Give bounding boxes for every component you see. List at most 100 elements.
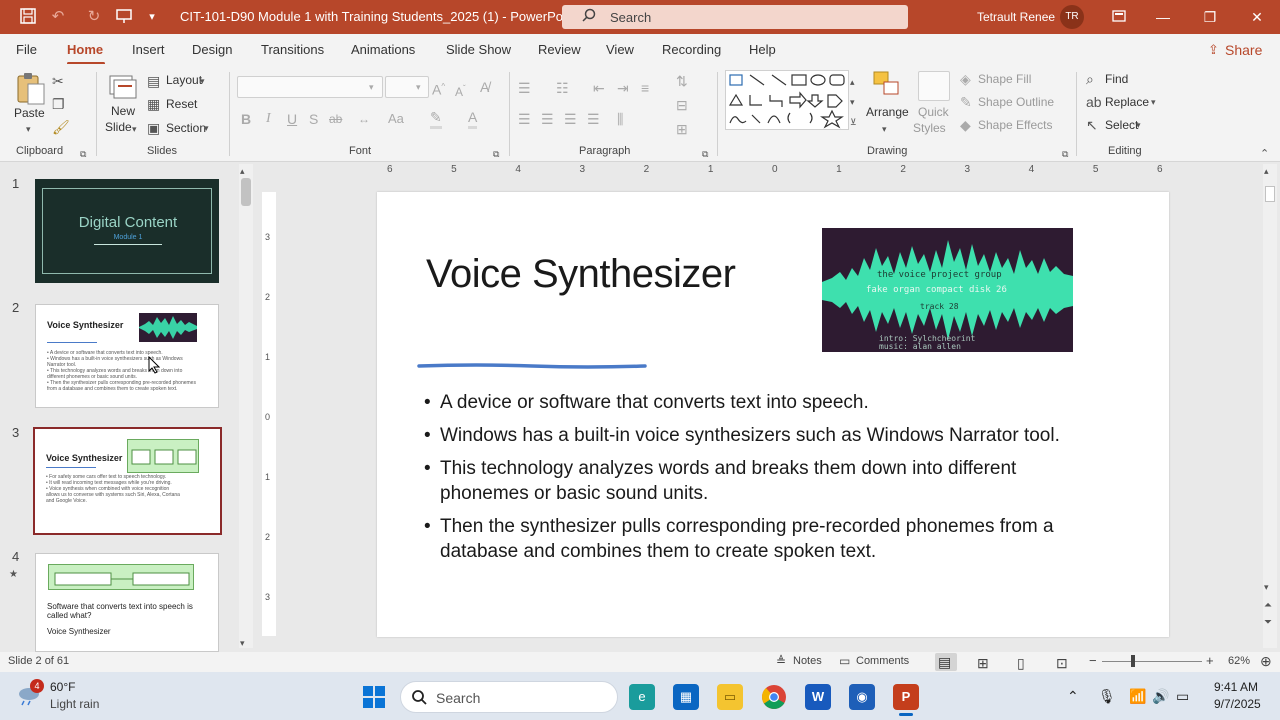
smartart-icon[interactable]: ⊞: [676, 120, 688, 138]
chrome-icon[interactable]: [761, 684, 787, 710]
thumbnail-scrollbar[interactable]: [239, 164, 253, 648]
grow-font-icon[interactable]: A^: [432, 78, 445, 99]
quick-styles-label-1[interactable]: Quick: [918, 105, 949, 119]
tab-view[interactable]: View: [606, 42, 634, 57]
tab-file[interactable]: File: [16, 42, 37, 57]
highlight-icon[interactable]: ✎: [430, 108, 442, 129]
edge-icon[interactable]: e: [629, 684, 655, 710]
tab-home[interactable]: Home: [67, 42, 103, 57]
justify-icon[interactable]: ☰: [587, 110, 600, 128]
tab-insert[interactable]: Insert: [132, 42, 165, 57]
tab-design[interactable]: Design: [192, 42, 232, 57]
user-name[interactable]: Tetrault Renee: [977, 10, 1055, 24]
paste-icon[interactable]: [14, 72, 46, 106]
battery-icon[interactable]: ▭: [1176, 687, 1189, 705]
present-icon[interactable]: [114, 7, 134, 27]
clear-formatting-icon[interactable]: A̸: [480, 78, 489, 96]
collapse-ribbon-icon[interactable]: ⌃: [1260, 145, 1269, 163]
powerpoint-icon[interactable]: P: [893, 684, 919, 710]
scrollbar-thumb[interactable]: [241, 178, 251, 206]
weather-description[interactable]: Light rain: [50, 697, 99, 711]
share-button[interactable]: ⇪ Share: [1200, 38, 1268, 62]
scroll-down-icon[interactable]: ▾: [240, 634, 245, 652]
shape-effects-icon[interactable]: ◆: [960, 116, 971, 134]
word-icon[interactable]: W: [805, 684, 831, 710]
shrink-font-icon[interactable]: Aˇ: [455, 80, 466, 101]
find-button[interactable]: Find: [1105, 72, 1128, 86]
replace-icon[interactable]: ab: [1086, 93, 1102, 111]
font-size-field[interactable]: [385, 76, 429, 98]
font-launcher-icon[interactable]: ⧉: [493, 145, 499, 163]
new-slide-icon[interactable]: [108, 72, 138, 102]
zoom-slider-thumb[interactable]: [1131, 655, 1135, 667]
redo-icon[interactable]: ↻: [84, 7, 104, 27]
scrollbar-thumb[interactable]: [1265, 186, 1275, 202]
shape-fill-button[interactable]: Shape Fill: [978, 72, 1031, 86]
start-icon[interactable]: [361, 684, 387, 710]
taskbar-search[interactable]: Search: [400, 681, 618, 713]
slide-title[interactable]: Voice Synthesizer: [426, 252, 736, 297]
close-icon[interactable]: ✕: [1244, 4, 1270, 30]
decrease-indent-icon[interactable]: ⇤: [593, 79, 605, 97]
undo-icon[interactable]: ↶: [48, 7, 68, 27]
comments-button[interactable]: Comments: [856, 655, 909, 667]
align-text-icon[interactable]: ⊟: [676, 96, 688, 114]
section-button[interactable]: Section: [166, 121, 206, 135]
font-color-icon[interactable]: A: [468, 108, 478, 129]
clock-date[interactable]: 9/7/2025: [1214, 697, 1261, 711]
waveform-image[interactable]: the voice project group fake organ compa…: [822, 228, 1073, 352]
copy-icon[interactable]: ❐: [52, 95, 65, 113]
title-underline-shape[interactable]: [417, 356, 647, 369]
clipboard-launcher-icon[interactable]: ⧉: [80, 145, 86, 163]
columns-icon[interactable]: ⫼: [617, 110, 623, 128]
volume-icon[interactable]: 🔊: [1152, 687, 1169, 705]
file-explorer-icon[interactable]: ▭: [717, 684, 743, 710]
store-icon[interactable]: ▦: [673, 684, 699, 710]
drawing-launcher-icon[interactable]: ⧉: [1062, 145, 1068, 163]
normal-view-button[interactable]: ▤: [935, 653, 957, 671]
customize-toolbar-icon[interactable]: ▾: [142, 7, 162, 27]
replace-dropdown-icon[interactable]: ▾: [1151, 93, 1156, 111]
shadow-icon[interactable]: S: [309, 110, 318, 128]
slide-thumbnail-4[interactable]: Software that converts text into speech …: [35, 553, 219, 652]
underline-icon[interactable]: U: [287, 110, 297, 128]
new-slide-label-1[interactable]: New: [111, 104, 135, 118]
format-painter-icon[interactable]: 🖌: [52, 118, 70, 136]
section-icon[interactable]: ▣: [147, 119, 160, 137]
new-slide-label-2[interactable]: Slide: [105, 120, 132, 134]
quick-styles-label-2[interactable]: Styles: [913, 121, 946, 135]
search-box[interactable]: Search: [562, 5, 908, 29]
next-slide-icon[interactable]: ⏷: [1264, 614, 1272, 632]
tab-slide-show[interactable]: Slide Show: [446, 42, 511, 57]
restore-icon[interactable]: ❐: [1197, 4, 1223, 30]
find-icon[interactable]: ⌕: [1086, 70, 1094, 88]
screen-recorder-icon[interactable]: ◉: [849, 684, 875, 710]
font-name-field[interactable]: [237, 76, 383, 98]
slide-thumbnail-2[interactable]: Voice Synthesizer • A device or software…: [35, 304, 219, 408]
scroll-down-icon[interactable]: ▾: [1264, 578, 1269, 596]
shape-effects-button[interactable]: Shape Effects: [978, 118, 1053, 132]
avatar[interactable]: TR: [1060, 5, 1084, 29]
section-dropdown-icon[interactable]: ▾: [204, 119, 209, 137]
scroll-up-icon[interactable]: ▴: [1264, 162, 1269, 180]
layout-dropdown-icon[interactable]: ▾: [200, 72, 205, 90]
font-size-dropdown-icon[interactable]: ▾: [416, 78, 421, 96]
slide-thumbnail-1[interactable]: Digital Content Module 1: [35, 179, 219, 283]
text-direction-icon[interactable]: ⇅: [676, 72, 688, 90]
tab-recording[interactable]: Recording: [662, 42, 721, 57]
slide-thumbnail-3-selected[interactable]: Voice Synthesizer • For safety some cars…: [33, 427, 222, 535]
paste-dropdown-icon[interactable]: ▾: [26, 120, 31, 138]
paste-button[interactable]: Paste: [14, 106, 45, 120]
slide-scrollbar[interactable]: [1263, 164, 1277, 648]
zoom-level[interactable]: 62%: [1228, 655, 1250, 667]
zoom-slider-track[interactable]: [1102, 661, 1202, 662]
weather-temperature[interactable]: 60°F: [50, 680, 75, 694]
microphone-icon[interactable]: 🎙: [1098, 687, 1116, 705]
shape-outline-icon[interactable]: ✎: [960, 93, 972, 111]
save-icon[interactable]: [18, 7, 38, 27]
quick-styles-icon[interactable]: [918, 71, 950, 101]
arrange-button[interactable]: Arrange: [866, 105, 909, 119]
select-button[interactable]: Select: [1105, 118, 1138, 132]
strikethrough-icon[interactable]: ab: [329, 110, 342, 128]
slide-show-icon[interactable]: ⊡: [1056, 654, 1068, 672]
